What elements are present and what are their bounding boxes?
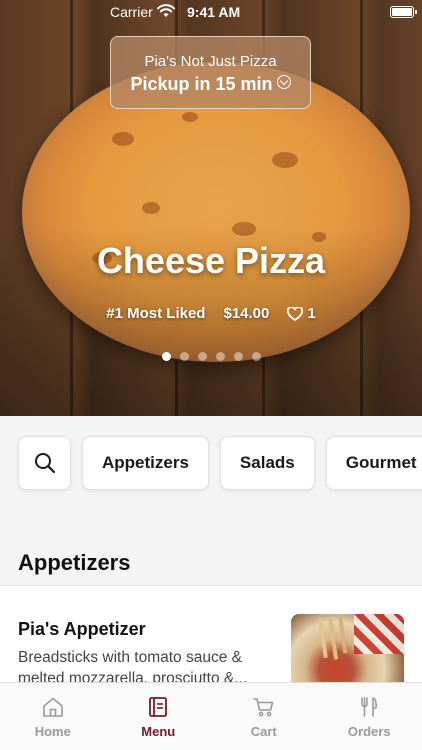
carousel-dot[interactable] (215, 352, 225, 361)
pickup-time: Pickup in 15 min (111, 74, 310, 95)
store-pickup-selector[interactable]: Pia's Not Just Pizza Pickup in 15 min (110, 36, 311, 109)
wifi-icon (157, 4, 175, 17)
tab-home[interactable]: Home (0, 683, 106, 750)
category-row: Appetizers Salads Gourmet (18, 436, 422, 490)
carousel-pagination[interactable] (0, 352, 422, 361)
tab-label: Home (34, 724, 71, 739)
carousel-dot[interactable] (179, 352, 189, 361)
product-image (291, 614, 404, 682)
carousel-dot[interactable] (233, 352, 243, 361)
product-name: Pia's Appetizer (18, 619, 146, 639)
carousel-dot[interactable] (251, 352, 261, 361)
category-appetizers[interactable]: Appetizers (82, 436, 209, 490)
search-icon (34, 453, 55, 474)
section-header: Appetizers (0, 542, 422, 586)
tab-cart[interactable]: Cart (211, 683, 317, 750)
chevron-down-circle-icon (276, 75, 291, 89)
like-button[interactable]: 1 (287, 305, 316, 322)
featured-meta: #1 Most Liked $14.00 1 (0, 305, 422, 322)
tab-label: Menu (141, 724, 176, 739)
tab-menu[interactable]: Menu (106, 683, 212, 750)
section-title: Appetizers (18, 550, 131, 575)
tab-label: Cart (250, 724, 277, 739)
heart-icon (287, 306, 304, 321)
product-description: Breadsticks with tomato sauce & melted m… (18, 649, 248, 682)
store-name: Pia's Not Just Pizza (144, 53, 277, 70)
tab-bar: Home Menu Cart Orders (0, 682, 422, 750)
battery-icon (390, 6, 417, 18)
clock: 9:41 AM (187, 4, 241, 20)
menu-icon (149, 697, 168, 717)
cart-icon (252, 698, 274, 717)
fork-knife-icon (361, 697, 378, 717)
search-button[interactable] (18, 436, 71, 490)
carousel-dot[interactable] (197, 352, 207, 361)
featured-item-title: Cheese Pizza (96, 240, 326, 281)
category-bar: Appetizers Salads Gourmet (0, 416, 422, 542)
hero-banner[interactable]: Carrier 9:41 AM Pia's Not Just Pizza Pic… (0, 0, 422, 416)
status-bar: Carrier 9:41 AM (0, 0, 422, 26)
tab-orders[interactable]: Orders (317, 683, 422, 750)
like-count: 1 (307, 305, 316, 322)
carousel-dot[interactable] (161, 352, 171, 361)
tab-label: Orders (347, 724, 391, 739)
most-liked-badge: #1 Most Liked (106, 305, 206, 322)
carrier-label: Carrier (110, 4, 153, 20)
product-card[interactable]: Pia's Appetizer Breadsticks with tomato … (0, 587, 422, 682)
featured-price: $14.00 (223, 305, 270, 322)
category-salads[interactable]: Salads (219, 436, 315, 490)
home-icon (42, 697, 63, 717)
category-gourmet[interactable]: Gourmet (325, 436, 422, 490)
